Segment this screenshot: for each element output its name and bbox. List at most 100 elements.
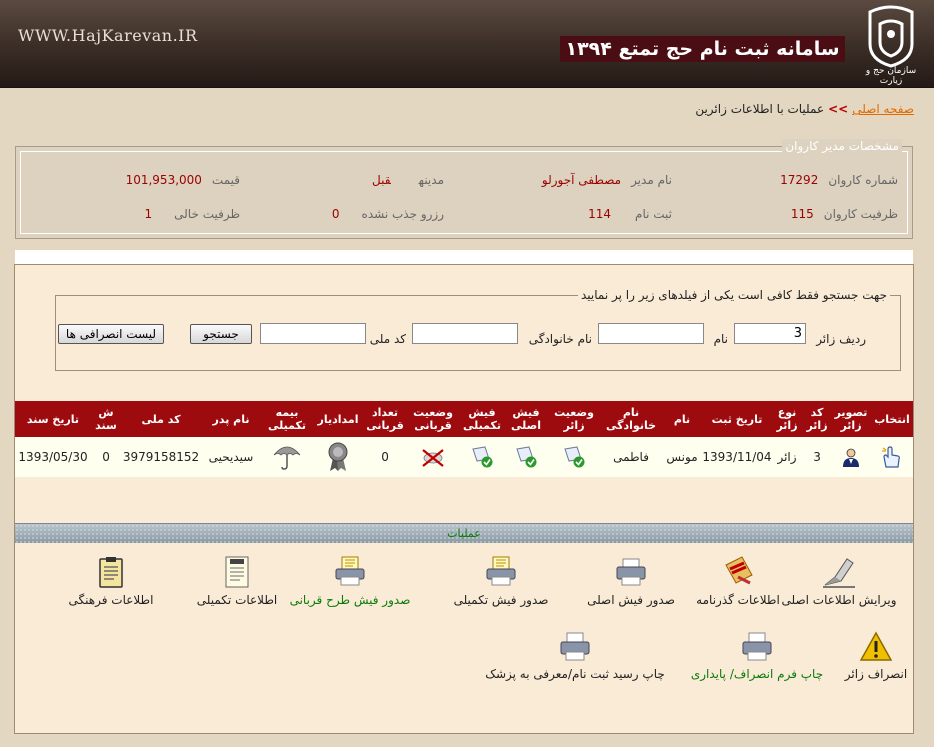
document-check-icon[interactable] — [513, 445, 539, 469]
manager-info-legend: مشخصات مدیر کاروان — [782, 139, 902, 153]
print-registration-receipt-button[interactable]: چاپ رسید ثبت نام/معرفی به پزشک — [477, 631, 673, 681]
spacer-strip — [15, 250, 913, 264]
family-input[interactable] — [412, 323, 518, 344]
col-photo: تصویر زائر — [834, 406, 868, 432]
clipboard-icon — [99, 557, 123, 588]
caravan-capacity-field: ظرفیت کاروان115 — [790, 207, 898, 221]
reg-date-cell: 1393/11/04 — [702, 450, 772, 464]
passport-info-button[interactable]: اطلاعات گذرنامه — [693, 555, 783, 607]
pilgrim-row-input[interactable] — [734, 323, 806, 344]
umbrella-icon[interactable] — [272, 443, 302, 471]
printer-icon — [616, 558, 646, 586]
printer-icon — [742, 632, 772, 661]
code-cell: 3 — [813, 450, 821, 464]
caravan-manager-info: مشخصات مدیر کاروان شماره کاروان17292 نام… — [15, 139, 913, 239]
logo-caption: سازمان حج و زیارت — [865, 66, 917, 86]
col-select: انتخاب — [874, 412, 910, 426]
name-input[interactable] — [598, 323, 704, 344]
select-cell[interactable] — [871, 437, 913, 477]
col-reg-date: تاریخ ثبت — [711, 412, 763, 426]
pilgrims-table-header: انتخاب تصویر زائر کد زائر نوع زائر تاریخ… — [15, 401, 913, 437]
col-name: نام — [673, 412, 691, 426]
status-cell[interactable] — [547, 437, 601, 477]
national-code-input[interactable] — [260, 323, 366, 344]
col-type: نوع زائر — [776, 406, 798, 432]
breadcrumb-current: عملیات با اطلاعات زائرین — [695, 102, 825, 116]
breadcrumb: صفحه اصلی>>عملیات با اطلاعات زائرین — [695, 102, 914, 116]
main-panel: جهت جستجو فقط کافی است یکی از فیلدهای زی… — [14, 264, 914, 734]
col-emdad: امدادیار — [317, 412, 359, 426]
document-check-icon[interactable] — [469, 445, 495, 469]
site-url: WWW.HajKarevan.IR — [18, 26, 198, 45]
search-legend: جهت جستجو فقط کافی است یکی از فیلدهای زی… — [578, 288, 890, 302]
search-button[interactable]: جستجو — [190, 324, 252, 344]
print-cancel-form-button[interactable]: چاپ فرم انصراف/ پایداری — [689, 631, 825, 681]
col-sacrifice-status: وضعیت قربانی — [413, 406, 453, 432]
pilgrim-cancel-button[interactable]: انصراف زائر — [841, 631, 911, 681]
unabsorbed-reserve-field: رزرو جذب نشده0 — [331, 207, 444, 221]
operations-bar: عملیات — [15, 523, 913, 544]
name-cell: مونس — [666, 450, 698, 464]
warning-icon — [859, 631, 893, 661]
edit-main-info-button[interactable]: ویرایش اطلاعات اصلی — [769, 555, 909, 607]
printer-icon — [560, 632, 590, 661]
sacrifice-status-cell[interactable] — [407, 437, 459, 477]
text-document-icon — [225, 556, 249, 588]
pilgrim-avatar-icon — [843, 448, 859, 467]
photo-cell — [831, 437, 871, 477]
issue-main-slip-button[interactable]: صدور فیش اصلی — [581, 555, 681, 607]
printer-document-icon — [486, 556, 516, 586]
col-family: نام خانوادگی — [605, 406, 657, 432]
table-row[interactable]: 3 زائر 1393/11/04 مونس فاطمی 0 سیدیحیی 3… — [15, 437, 913, 477]
issue-extra-slip-button[interactable]: صدور فیش تکمیلی — [443, 555, 559, 607]
col-national-code: کد ملی — [141, 412, 181, 426]
breadcrumb-home-link[interactable]: صفحه اصلی — [852, 102, 914, 116]
page-header: WWW.HajKarevan.IR سامانه ثبت نام حج تمتع… — [0, 0, 934, 88]
col-doc-no: ش سند — [95, 406, 117, 432]
caravan-number-field: شماره کاروان17292 — [780, 173, 898, 187]
cultural-info-button[interactable]: اطلاعات فرهنگی — [61, 555, 161, 607]
cancelled-list-button[interactable]: لیست انصرافی ها — [58, 324, 164, 344]
printer-document-icon — [335, 556, 365, 586]
col-extra-slip: فیش تکمیلی — [462, 406, 501, 432]
extra-slip-cell[interactable] — [459, 437, 505, 477]
col-code: کد زائر — [806, 406, 828, 432]
national-code-label: کد ملی — [369, 332, 406, 346]
pointing-hand-icon[interactable] — [880, 445, 904, 469]
name-label: نام — [713, 332, 728, 346]
manager-name-field: نام مدیرمصطفی آجورلو — [541, 173, 672, 187]
col-status: وضعیت زائر — [554, 406, 594, 432]
row-label: ردیف زائر — [816, 332, 866, 346]
family-label: نام خانوادگی — [528, 332, 592, 346]
sacrifice-count-cell: 0 — [381, 450, 389, 464]
doc-date-cell: 1393/05/30 — [18, 450, 88, 464]
operations-title: عملیات — [447, 527, 481, 540]
col-sacrifice-count: تعداد قربانی — [366, 406, 404, 432]
supplementary-info-button[interactable]: اطلاعات تکمیلی — [179, 555, 295, 607]
col-father: نام پدر — [212, 412, 250, 426]
family-cell: فاطمی — [613, 450, 649, 464]
doc-no-cell: 0 — [102, 450, 110, 464]
type-cell: زائر — [777, 450, 797, 464]
system-title: سامانه ثبت نام حج تمتع ۱۳۹۴ — [560, 36, 845, 62]
col-insurance: بیمه تکمیلی — [267, 406, 306, 432]
breadcrumb-separator: >> — [828, 102, 849, 116]
search-fieldset: جهت جستجو فقط کافی است یکی از فیلدهای زی… — [55, 288, 901, 371]
col-doc-date: تاریخ سند — [26, 412, 80, 426]
issue-sacrifice-slip-button[interactable]: صدور فیش طرح قربانی — [287, 555, 413, 607]
award-ribbon-icon[interactable] — [325, 442, 351, 472]
passport-icon — [725, 556, 753, 585]
empty-capacity-field: ظرفیت خالی1 — [144, 207, 241, 221]
edit-pencil-icon — [823, 558, 855, 588]
insurance-cell[interactable] — [261, 437, 313, 477]
emdad-cell[interactable] — [313, 437, 363, 477]
father-cell: سیدیحیی — [208, 450, 254, 464]
medina-field: مدینهقبل — [372, 173, 444, 187]
national-code-cell: 3979158152 — [122, 450, 200, 464]
document-check-icon[interactable] — [561, 445, 587, 469]
main-slip-cell[interactable] — [505, 437, 547, 477]
registered-field: ثبت نام114 — [588, 207, 672, 221]
price-field: قیمت101,953,000 — [125, 173, 240, 187]
cancelled-sacrifice-icon[interactable] — [419, 446, 447, 468]
col-main-slip: فیش اصلی — [510, 406, 542, 432]
